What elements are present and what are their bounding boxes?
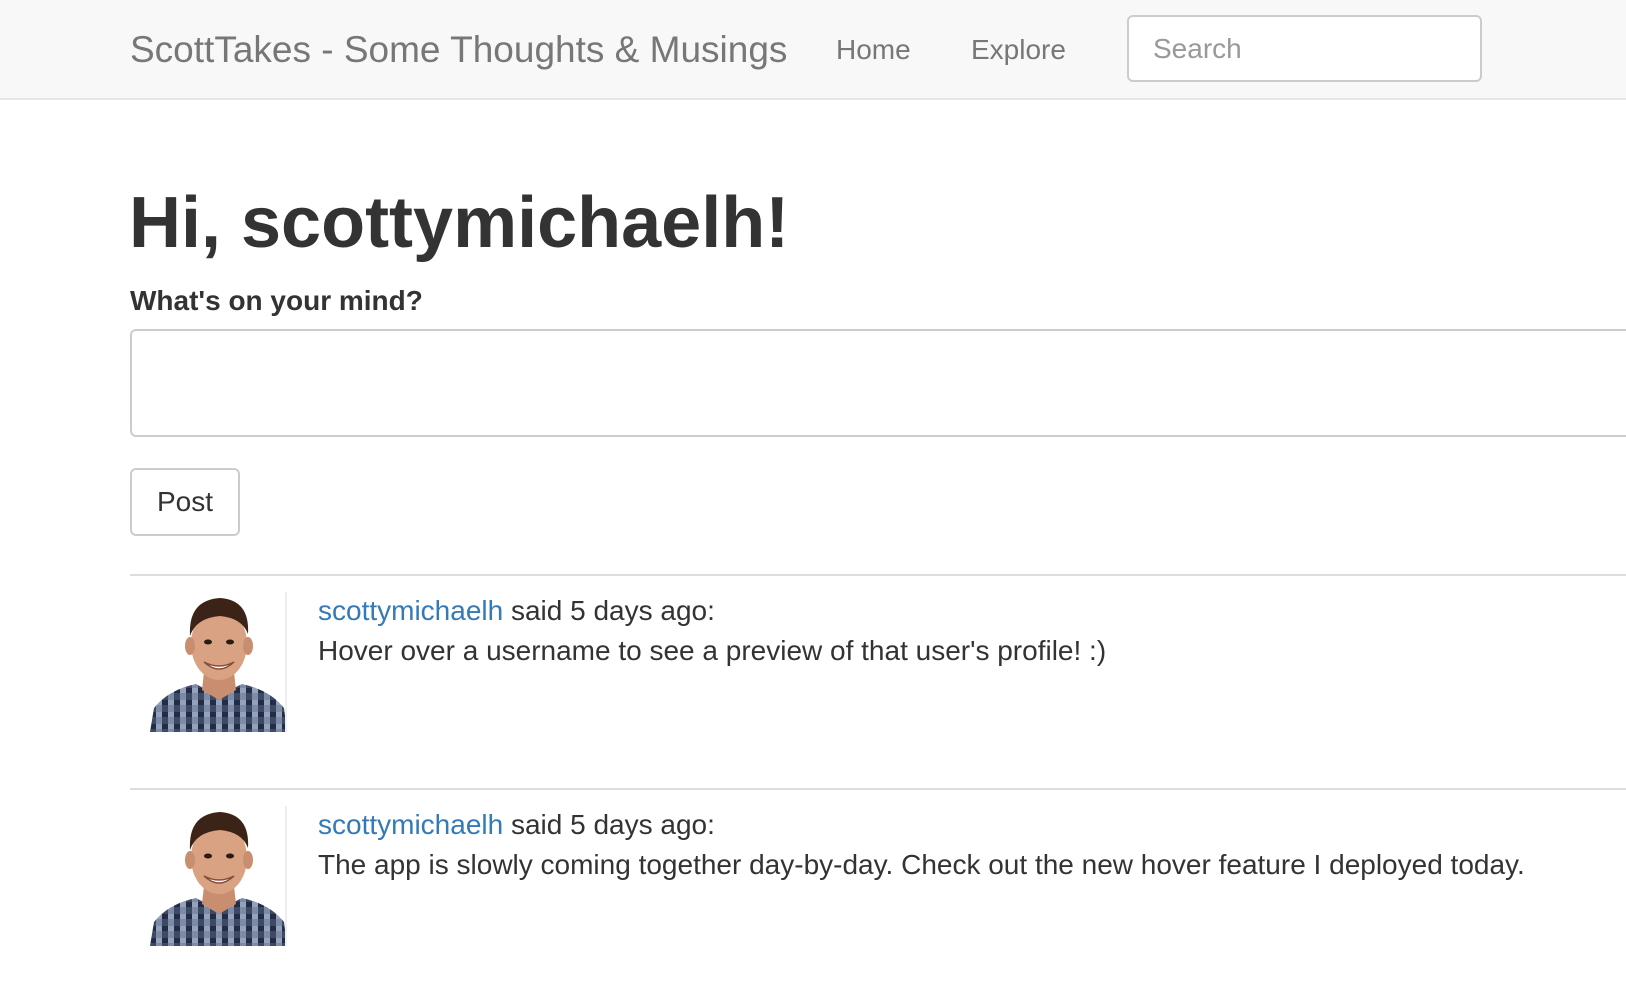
search-input[interactable]: [1127, 15, 1482, 82]
brand-link[interactable]: ScottTakes - Some Thoughts & Musings: [130, 28, 787, 72]
post-body: Hover over a username to see a preview o…: [318, 635, 1107, 666]
post-row: scottymichaelh said 5 days ago: The app …: [130, 788, 1626, 1002]
navbar: ScottTakes - Some Thoughts & Musings Hom…: [0, 0, 1626, 100]
post-timestamp: said 5 days ago:: [503, 809, 715, 840]
nav-explore-link[interactable]: Explore: [971, 33, 1066, 67]
post-button[interactable]: Post: [130, 468, 240, 536]
post-field-label: What's on your mind?: [130, 285, 423, 316]
post-timestamp: said 5 days ago:: [503, 595, 715, 626]
post-textarea[interactable]: [130, 329, 1626, 437]
avatar-portrait-icon: [150, 806, 285, 946]
post-meta: scottymichaelh said 5 days ago:: [318, 808, 715, 842]
post-author-link[interactable]: scottymichaelh: [318, 809, 503, 840]
post-meta: scottymichaelh said 5 days ago:: [318, 594, 715, 628]
avatar: [150, 806, 287, 946]
post-body: The app is slowly coming together day-by…: [318, 849, 1525, 880]
avatar-portrait-icon: [150, 592, 285, 732]
post-row: scottymichaelh said 5 days ago: Hover ov…: [130, 574, 1626, 788]
page-greeting: Hi, scottymichaelh!: [129, 183, 790, 263]
avatar: [150, 592, 287, 732]
post-author-link[interactable]: scottymichaelh: [318, 595, 503, 626]
nav-home-link[interactable]: Home: [836, 33, 911, 67]
